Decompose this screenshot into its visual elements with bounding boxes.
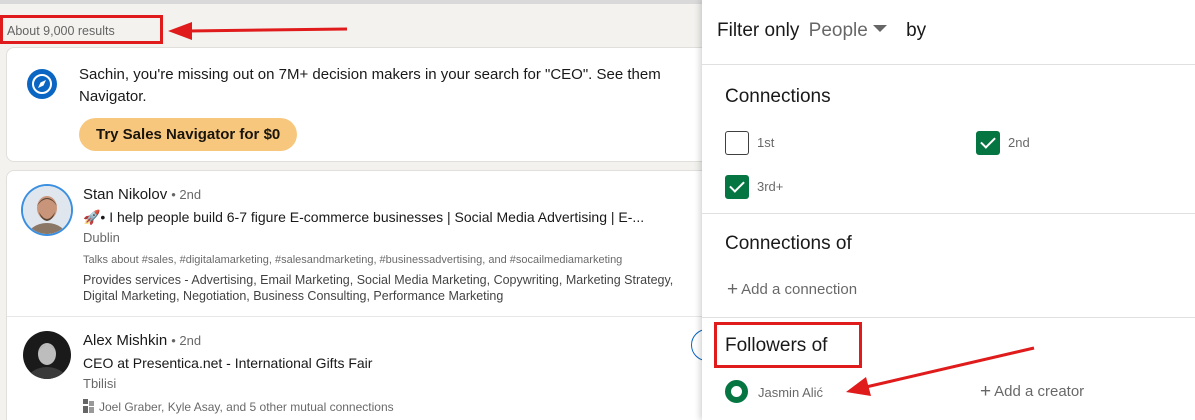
checkbox-label: 3rd+ xyxy=(757,179,784,194)
filter-header-row: Filter only People by xyxy=(717,20,926,42)
result-type-select[interactable]: People xyxy=(809,20,887,41)
checkbox-label: 2nd xyxy=(1008,135,1030,150)
search-results-column: About 9,000 results Sachin, you're missi… xyxy=(0,0,702,420)
promo-line-1: Sachin, you're missing out on 7M+ decisi… xyxy=(79,66,661,83)
followers-of-title: Followers of xyxy=(725,335,828,356)
compass-icon xyxy=(27,69,57,99)
connection-degree: • 2nd xyxy=(171,187,202,202)
checkbox-2nd[interactable] xyxy=(976,131,1000,155)
person-location: Dublin xyxy=(83,230,120,245)
result-type-value: People xyxy=(808,20,868,41)
results-list: Stan Nikolov • 2nd 🚀• I help people build… xyxy=(6,170,702,420)
connections-of-title: Connections of xyxy=(725,233,852,254)
person-services: Provides services - Advertising, Email M… xyxy=(83,273,674,303)
plus-icon: + xyxy=(727,279,739,300)
filter-panel-header: Filter only People by xyxy=(702,0,1195,65)
add-creator-link[interactable]: + Add a creator xyxy=(980,381,1084,403)
filter-panel: Filter only People by Connections 1st 2n… xyxy=(702,0,1195,420)
person-name[interactable]: Stan Nikolov xyxy=(83,186,167,203)
person-headline: 🚀• I help people build 6-7 figure E-comm… xyxy=(83,209,645,225)
person-name[interactable]: Alex Mishkin xyxy=(83,332,167,349)
people-icon xyxy=(83,399,95,416)
section-divider xyxy=(702,317,1195,318)
filter-suffix: by xyxy=(906,20,927,41)
person-headline: CEO at Presentica.net - International Gi… xyxy=(83,355,373,371)
add-creator-label: Add a creator xyxy=(994,383,1085,400)
person-talks-about: Talks about #sales, #digitalamarketing, … xyxy=(83,254,623,266)
filter-prefix: Filter only xyxy=(717,20,800,41)
plus-icon: + xyxy=(980,381,992,402)
person-location: Tbilisi xyxy=(83,376,117,391)
result-divider xyxy=(7,316,702,317)
checkbox-1st[interactable] xyxy=(725,131,749,155)
connect-button[interactable] xyxy=(691,329,702,361)
person-name-row: Alex Mishkin • 2nd xyxy=(83,332,201,349)
section-divider xyxy=(702,213,1195,214)
add-connection-label: Add a connection xyxy=(741,281,858,298)
annotation-box-results xyxy=(0,15,163,44)
add-connection-link[interactable]: + Add a connection xyxy=(727,279,857,301)
connections-title: Connections xyxy=(725,86,831,107)
connections-option-1st[interactable]: 1st xyxy=(725,131,845,155)
connections-option-3rd[interactable]: 3rd+ xyxy=(725,175,845,199)
checkbox-3rd[interactable] xyxy=(725,175,749,199)
follower-radio[interactable] xyxy=(725,380,748,403)
avatar[interactable] xyxy=(23,331,71,379)
top-divider xyxy=(0,0,702,4)
connection-degree: • 2nd xyxy=(171,333,202,348)
connections-option-2nd[interactable]: 2nd xyxy=(976,131,1096,155)
caret-down-icon xyxy=(872,25,887,32)
mutual-connections: Joel Graber, Kyle Asay, and 5 other mutu… xyxy=(83,399,394,416)
checkbox-label: 1st xyxy=(757,135,775,150)
promo-message: Sachin, you're missing out on 7M+ decisi… xyxy=(79,64,702,108)
avatar[interactable] xyxy=(23,186,71,234)
follower-selected-label: Jasmin Alić xyxy=(758,385,824,400)
mutual-connections-text: Joel Graber, Kyle Asay, and 5 other mutu… xyxy=(99,400,394,414)
try-sales-navigator-button[interactable]: Try Sales Navigator for $0 xyxy=(79,118,298,151)
promo-line-2: Navigator. xyxy=(79,88,147,105)
person-name-row: Stan Nikolov • 2nd xyxy=(83,186,201,203)
sales-navigator-promo: Sachin, you're missing out on 7M+ decisi… xyxy=(6,47,702,162)
